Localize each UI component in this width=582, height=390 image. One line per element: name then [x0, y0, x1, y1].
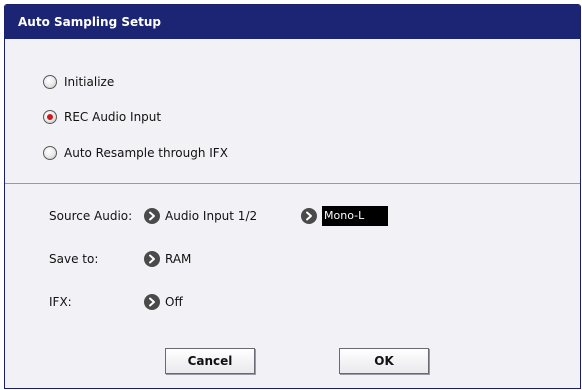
chevron-right-icon[interactable]	[144, 251, 160, 267]
radio-label: Auto Resample through IFX	[64, 146, 228, 160]
radio-button-selected-icon[interactable]	[43, 110, 57, 124]
radio-initialize[interactable]: Initialize	[43, 73, 114, 91]
save-to-popup[interactable]: RAM	[144, 250, 191, 268]
radio-label: REC Audio Input	[64, 110, 162, 124]
chevron-right-icon[interactable]	[144, 208, 160, 224]
chevron-right-icon[interactable]	[144, 294, 160, 310]
radio-rec-audio-input[interactable]: REC Audio Input	[43, 108, 161, 126]
radio-label: Initialize	[64, 75, 115, 89]
dialog-title: Auto Sampling Setup	[5, 5, 580, 39]
source-audio-input-value: Audio Input 1/2	[165, 209, 258, 223]
cancel-button[interactable]: Cancel	[165, 348, 255, 374]
ifx-label: IFX:	[49, 295, 72, 309]
radio-button-icon[interactable]	[43, 75, 57, 89]
radio-dot-icon	[47, 114, 53, 120]
save-to-label: Save to:	[49, 252, 99, 266]
source-audio-channel-popup[interactable]: Mono-L	[301, 206, 388, 226]
source-audio-channel-value: Mono-L	[322, 206, 388, 226]
ifx-value: Off	[165, 295, 183, 309]
radio-button-icon[interactable]	[43, 146, 57, 160]
chevron-right-icon[interactable]	[301, 208, 317, 224]
source-audio-input-popup[interactable]: Audio Input 1/2	[144, 207, 257, 225]
ifx-popup[interactable]: Off	[144, 293, 183, 311]
radio-auto-resample[interactable]: Auto Resample through IFX	[43, 144, 228, 162]
auto-sampling-setup-dialog: Auto Sampling Setup Initialize REC Audio…	[4, 4, 581, 389]
save-to-value: RAM	[165, 252, 192, 266]
source-audio-label: Source Audio:	[49, 209, 133, 223]
section-divider	[5, 183, 580, 184]
ok-button[interactable]: OK	[339, 348, 429, 374]
